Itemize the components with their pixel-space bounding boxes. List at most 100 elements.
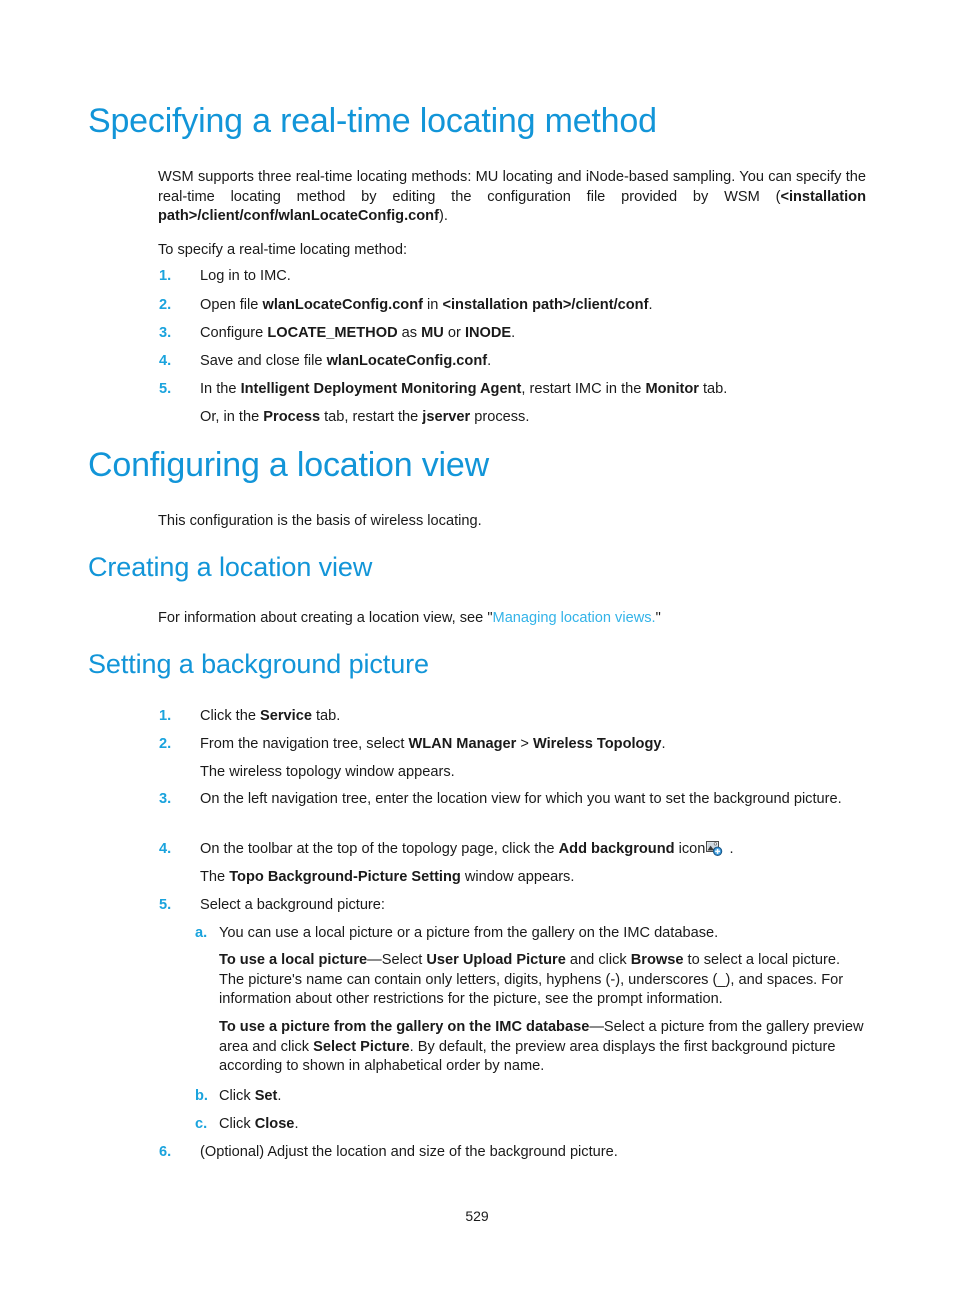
bg-step-item-1: Click the Service tab.: [200, 707, 866, 727]
bg-step-6-text: (Optional) Adjust the location and size …: [200, 1144, 618, 1160]
step-item-1: Log in to IMC.: [200, 267, 866, 287]
paragraph-to-use-gallery-picture: To use a picture from the gallery on the…: [219, 1018, 866, 1077]
bg-step-4-add-background: Add background: [558, 841, 675, 857]
bg-step-item-3: On the left navigation tree, enter the l…: [200, 790, 866, 810]
bg-step-5-text: Select a background picture:: [200, 897, 385, 913]
step-5-text-a: In the: [200, 381, 241, 397]
bg-substep-marker-c: c.: [195, 1116, 208, 1132]
step-3-value-mu: MU: [421, 325, 444, 341]
step-3-value-inode: INODE: [464, 325, 512, 341]
step-2-text-a: Open file: [200, 297, 263, 313]
step-5-tab-process: Process: [263, 409, 321, 425]
bg-substep-marker-b: b.: [195, 1088, 208, 1104]
lead-in-specify-method: To specify a real-time locating method:: [158, 242, 408, 258]
step-item-4: Save and close file wlanLocateConfig.con…: [200, 352, 866, 372]
local-picture-lead: To use a local picture: [219, 952, 368, 968]
intro-text-part-2: ).: [438, 208, 448, 224]
bg-step-marker-6: 6.: [159, 1144, 172, 1160]
step-4-text-b: .: [487, 353, 492, 369]
bg-step-4-cont-text-b: window appears.: [460, 869, 575, 885]
step-1-text: Log in to IMC.: [200, 268, 291, 284]
step-5-agent-name: Intelligent Deployment Monitoring Agent: [240, 381, 522, 397]
bg-step-1-text-b: tab.: [311, 708, 341, 724]
bg-substep-b-text-b: .: [277, 1088, 282, 1104]
heading-creating-a-location-view: Creating a location view: [88, 552, 373, 582]
step-marker-2: 2.: [159, 297, 172, 313]
page-number: 529: [465, 1208, 489, 1224]
step-4-text-a: Save and close file: [200, 353, 327, 369]
step-2-text-c: .: [648, 297, 653, 313]
step-3-text-c: or: [443, 325, 465, 341]
local-picture-text-a: —Select: [367, 952, 427, 968]
bg-step-2-text-b: >: [516, 736, 533, 752]
step-5-cont-text-a: Or, in the: [200, 409, 264, 425]
button-browse: Browse: [630, 952, 684, 968]
link-managing-location-views[interactable]: Managing location views.: [493, 610, 656, 626]
heading-configuring-a-location-view: Configuring a location view: [88, 446, 489, 484]
step-5-tab-monitor: Monitor: [645, 381, 699, 397]
local-picture-text-b: and click: [565, 952, 631, 968]
bg-step-item-2: From the navigation tree, select WLAN Ma…: [200, 735, 866, 755]
bg-step-marker-5: 5.: [159, 897, 172, 913]
document-page: Specifying a real-time locating method W…: [0, 0, 954, 1296]
bg-step-marker-4: 4.: [159, 841, 172, 857]
bg-step-item-6: (Optional) Adjust the location and size …: [200, 1143, 866, 1163]
intro-paragraph-wsm: WSM supports three real-time locating me…: [158, 168, 866, 227]
bg-step-4-text-c: .: [725, 841, 734, 857]
intro-text-part-1: WSM supports three real-time locating me…: [158, 169, 866, 205]
step-5-cont-text-b: tab, restart the: [320, 409, 423, 425]
bg-substep-item-a: You can use a local picture or a picture…: [219, 925, 719, 941]
bg-step-1-tab-service: Service: [260, 708, 312, 724]
bg-step-2-nav-wireless-topology: Wireless Topology: [532, 736, 662, 752]
configuring-body-paragraph: This configuration is the basis of wirel…: [158, 513, 482, 529]
step-5-text-c: tab.: [698, 381, 728, 397]
step-3-text-a: Configure: [200, 325, 268, 341]
bg-step-2-text-a: From the navigation tree, select: [200, 736, 409, 752]
step-2-filename: wlanLocateConfig.conf: [262, 297, 423, 313]
step-3-text-d: .: [511, 325, 516, 341]
step-3-param: LOCATE_METHOD: [267, 325, 398, 341]
step-2-path: <installation path>/client/conf: [442, 297, 649, 313]
bg-substep-item-b: Click Set.: [219, 1087, 866, 1107]
bg-step-marker-3: 3.: [159, 791, 172, 807]
bg-substep-c-text-b: .: [294, 1116, 299, 1132]
step-4-filename: wlanLocateConfig.conf: [326, 353, 488, 369]
bg-step-4-cont-text-a: The: [200, 869, 230, 885]
step-item-5: In the Intelligent Deployment Monitoring…: [200, 380, 866, 400]
button-set: Set: [254, 1088, 278, 1104]
bg-step-item-5: Select a background picture:: [200, 896, 866, 916]
bg-step-2-text-c: .: [661, 736, 666, 752]
button-select-picture: Select Picture: [313, 1038, 410, 1055]
bg-step-item-4: On the toolbar at the top of the topolog…: [200, 840, 866, 860]
gallery-picture-lead: To use a picture from the gallery on the…: [219, 1019, 590, 1035]
bg-substep-c-text-a: Click: [219, 1116, 255, 1132]
bg-substep-item-c: Click Close.: [219, 1115, 866, 1135]
option-user-upload-picture: User Upload Picture: [426, 952, 566, 968]
step-marker-4: 4.: [159, 353, 172, 369]
step-item-2: Open file wlanLocateConfig.conf in <inst…: [200, 296, 866, 316]
bg-step-4-text-a: On the toolbar at the top of the topolog…: [200, 841, 559, 857]
step-marker-1: 1.: [159, 268, 172, 284]
bg-substep-b-text-a: Click: [219, 1088, 255, 1104]
step-5-process-jserver: jserver: [422, 409, 471, 425]
step-3-text-b: as: [397, 325, 422, 341]
creating-text-b: ": [655, 610, 661, 626]
bg-step-4-window-name: Topo Background-Picture Setting: [229, 869, 461, 885]
button-close: Close: [254, 1116, 295, 1132]
bg-step-marker-2: 2.: [159, 736, 172, 752]
step-5-cont-text-c: process.: [470, 409, 530, 425]
bg-step-marker-1: 1.: [159, 708, 172, 724]
bg-step-1-text-a: Click the: [200, 708, 261, 724]
step-5-text-b: , restart IMC in the: [521, 381, 646, 397]
heading-setting-a-background-picture: Setting a background picture: [88, 649, 429, 679]
step-2-text-b: in: [423, 297, 443, 313]
bg-step-2-nav-wlan-manager: WLAN Manager: [408, 736, 517, 752]
step-marker-5: 5.: [159, 381, 172, 397]
bg-step-4-continuation: The Topo Background-Picture Setting wind…: [200, 868, 866, 888]
step-5-continuation: Or, in the Process tab, restart the jser…: [200, 408, 866, 428]
bg-step-3-text: On the left navigation tree, enter the l…: [200, 791, 842, 807]
creating-body-paragraph: For information about creating a locatio…: [158, 609, 866, 629]
paragraph-to-use-local-picture: To use a local picture—Select User Uploa…: [219, 951, 866, 1010]
bg-step-2-continuation: The wireless topology window appears.: [200, 764, 455, 780]
bg-step-4-text-b: icon: [674, 841, 706, 857]
